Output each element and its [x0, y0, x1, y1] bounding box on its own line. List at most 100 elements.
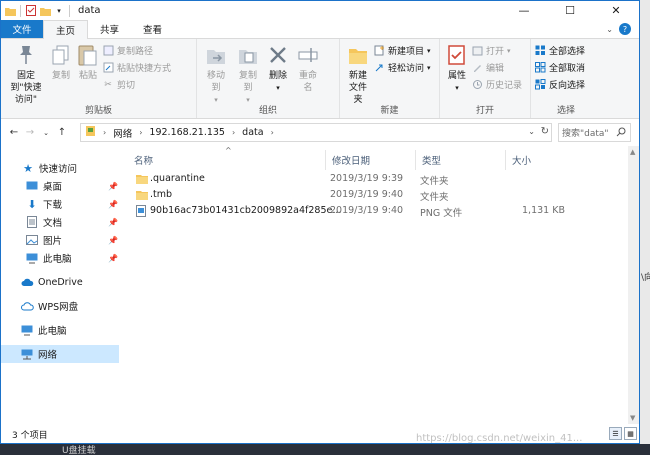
nav-wps[interactable]: WPS网盘 [20, 297, 78, 315]
organize-group: 移动到 ▾ 复制到 ▾ 删除 ▾ 重命名 组织 [197, 39, 340, 118]
copy-label: 复制 [51, 71, 70, 81]
nav-this-pc-pinned[interactable]: 此电脑 📌 [25, 249, 121, 267]
breadcrumb-data[interactable]: data [242, 127, 263, 138]
select-all-button[interactable]: 全部选择 [534, 43, 585, 58]
details-view-button[interactable]: ☰ [609, 427, 622, 440]
cloud-icon [20, 275, 34, 289]
tab-view[interactable]: 查看 [131, 20, 174, 38]
nav-label: 网络 [38, 350, 58, 361]
new-group: 新建文件夹 新建项目 ▾ 轻松访问 ▾ 新建 [340, 39, 440, 118]
chevron-down-icon[interactable]: ⌄ [528, 127, 535, 136]
table-row[interactable]: .quarantine 2019/3/19 9:39 文件夹 [130, 171, 570, 188]
nav-downloads[interactable]: ⬇ 下载 📌 [25, 195, 121, 213]
folder-icon [4, 5, 16, 17]
edit-button[interactable]: 编辑 [471, 60, 522, 75]
easy-access-label: 轻松访问 [388, 64, 425, 74]
column-header-type[interactable]: 类型 [416, 150, 506, 170]
copy-icon [48, 42, 74, 68]
customize-toolbar-icon[interactable]: ▾ [53, 5, 65, 17]
easy-access-button[interactable]: 轻松访问 ▾ [373, 60, 431, 75]
vertical-scrollbar[interactable]: ▲ ▼ [628, 146, 639, 424]
copy-path-icon [102, 45, 114, 57]
edit-label: 编辑 [486, 64, 505, 74]
move-to-icon [203, 42, 229, 68]
tab-share[interactable]: 共享 [88, 20, 131, 38]
nav-desktop[interactable]: 桌面 📌 [25, 177, 121, 195]
tab-home[interactable]: 主页 [43, 20, 89, 39]
search-input[interactable]: 搜索"data" [558, 123, 631, 142]
select-all-icon [534, 45, 546, 57]
properties-icon [444, 42, 470, 68]
pin-icon[interactable]: 📌 [108, 182, 118, 191]
new-item-label: 新建项目 [388, 47, 425, 57]
new-item-button[interactable]: 新建项目 ▾ [373, 43, 431, 58]
background-taskbar-text: U盘挂载 [62, 446, 96, 455]
nav-quick-access[interactable]: ★ 快速访问 [21, 159, 77, 177]
explorer-window: ▾ data — ☐ ✕ 文件 主页 共享 查看 ⌄ ? 固定到"快速访问" 复… [0, 0, 640, 444]
back-button[interactable]: ← [6, 123, 22, 143]
table-row[interactable]: 90b16ac73b01431cb2009892a4f285e... 2019/… [130, 203, 570, 220]
new-folder-icon[interactable] [39, 5, 51, 17]
invert-selection-icon [534, 79, 546, 91]
paste-shortcut-label: 粘贴快捷方式 [117, 64, 172, 74]
breadcrumb-host[interactable]: 192.168.21.135 [149, 127, 225, 138]
chevron-down-icon: ▾ [427, 46, 431, 55]
minimize-button[interactable]: — [501, 1, 547, 20]
image-file-icon [136, 205, 146, 220]
nav-label: WPS网盘 [38, 302, 79, 313]
address-bar[interactable]: › 网络 › 192.168.21.135 › data › ⌄ ↻ [80, 123, 552, 142]
table-row[interactable]: .tmb 2019/3/19 9:40 文件夹 [130, 187, 570, 204]
toolbar-divider [20, 4, 21, 17]
pin-icon[interactable]: 📌 [108, 200, 118, 209]
pin-icon[interactable]: 📌 [108, 254, 118, 263]
chevron-down-icon[interactable]: ⌄ [606, 25, 613, 34]
open-label: 打开 [486, 47, 505, 57]
column-header-size[interactable]: 大小 [506, 150, 566, 170]
move-to-label: 移动到 [206, 71, 225, 93]
tab-file[interactable]: 文件 [1, 20, 43, 38]
pin-icon[interactable]: 📌 [108, 218, 118, 227]
history-button[interactable]: 历史记录 [471, 77, 522, 92]
forward-button[interactable]: → [22, 123, 38, 143]
open-button[interactable]: 打开 ▾ [471, 43, 522, 58]
help-icon[interactable]: ? [619, 23, 631, 35]
copy-to-icon [235, 42, 261, 68]
select-none-button[interactable]: 全部取消 [534, 60, 585, 75]
history-label: 历史记录 [486, 81, 523, 91]
breadcrumb-separator: › [139, 128, 143, 137]
chevron-down-icon: ▾ [507, 46, 511, 55]
background-fragment: \向 [641, 273, 650, 283]
nav-pictures[interactable]: 图片 📌 [25, 231, 121, 249]
select-group: 全部选择 全部取消 反向选择 选择 [531, 39, 601, 118]
quick-access-toolbar: ▾ [1, 4, 72, 17]
cut-button[interactable]: ✂ 剪切 [102, 77, 171, 92]
scroll-down-icon[interactable]: ▼ [630, 414, 635, 422]
delete-icon [265, 42, 291, 68]
maximize-button[interactable]: ☐ [547, 1, 593, 20]
nav-documents[interactable]: 文档 📌 [25, 213, 121, 231]
address-row: ← → ⌄ ↑ › 网络 › 192.168.21.135 › data › ⌄… [1, 119, 639, 146]
nav-onedrive[interactable]: OneDrive [20, 273, 83, 291]
close-button[interactable]: ✕ [593, 1, 639, 20]
paste-shortcut-button[interactable]: 粘贴快捷方式 [102, 60, 171, 75]
chevron-down-icon: ⌄ [43, 128, 49, 137]
file-name: .tmb [150, 189, 173, 200]
scissors-icon: ✂ [104, 79, 112, 90]
column-header-date[interactable]: 修改日期 [326, 150, 416, 170]
copy-path-button[interactable]: 复制路径 [102, 43, 171, 58]
up-button[interactable]: ↑ [54, 123, 70, 143]
network-location-icon [85, 125, 96, 140]
column-header-name[interactable]: 名称 [128, 150, 326, 170]
refresh-icon[interactable]: ↻ [541, 126, 549, 137]
large-icons-view-button[interactable]: ▦ [624, 427, 637, 440]
recent-locations-button[interactable]: ⌄ [38, 123, 54, 143]
properties-icon[interactable] [25, 5, 37, 17]
nav-network[interactable]: 网络 [1, 345, 119, 363]
download-icon: ⬇ [27, 197, 37, 211]
invert-selection-button[interactable]: 反向选择 [534, 77, 585, 92]
scroll-up-icon[interactable]: ▲ [630, 148, 635, 156]
breadcrumb-network[interactable]: 网络 [113, 126, 132, 140]
nav-this-pc[interactable]: 此电脑 [20, 321, 67, 339]
rename-label: 重命名 [298, 71, 317, 93]
pin-icon[interactable]: 📌 [108, 236, 118, 245]
